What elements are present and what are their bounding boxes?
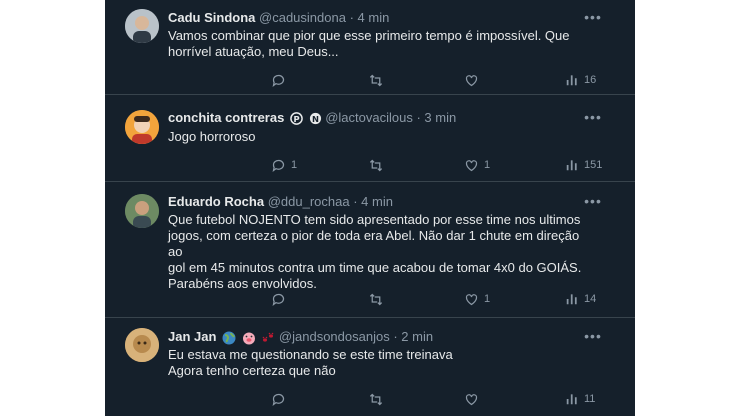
repost-button[interactable] xyxy=(368,155,389,175)
tweet[interactable]: Cadu Sindona @cadusindona · 4 min ••• Va… xyxy=(105,0,635,95)
tweet-header: Eduardo Rocha @ddu_rochaa · 4 min xyxy=(168,192,595,212)
timestamp[interactable]: 4 min xyxy=(358,10,390,25)
tweet-text: Eu estava me questionando se este time t… xyxy=(168,347,595,379)
like-icon xyxy=(465,293,478,305)
avatar[interactable] xyxy=(125,110,159,144)
tweet-text-line: jogos, com certeza o pior de toda era Ab… xyxy=(168,228,580,259)
badge-icon: P xyxy=(290,112,303,125)
avatar[interactable] xyxy=(125,328,159,362)
reply-button[interactable]: 1 xyxy=(271,155,297,175)
more-icon[interactable]: ••• xyxy=(583,10,603,30)
separator-dot: · xyxy=(393,329,398,344)
reply-button[interactable] xyxy=(271,70,291,90)
repost-icon xyxy=(369,393,383,405)
user-handle[interactable]: @ddu_rochaa xyxy=(268,194,350,209)
separator-dot: · xyxy=(416,110,421,125)
views-count: 151 xyxy=(584,159,603,171)
tweet-text-line: Agora tenho certeza que não xyxy=(168,363,336,378)
reply-icon xyxy=(272,293,285,306)
more-icon[interactable]: ••• xyxy=(583,110,603,130)
repost-icon xyxy=(369,159,383,171)
tweet-text: Jogo horroroso xyxy=(168,129,595,145)
user-handle[interactable]: @jandsondosanjos xyxy=(279,329,390,344)
tweet[interactable]: Jan Jan @jandsondosanjos · 2 min ••• Eu … xyxy=(105,318,635,416)
tweet[interactable]: conchita contreras P N @lactovacilous · … xyxy=(105,95,635,182)
user-handle[interactable]: @lactovacilous xyxy=(325,110,413,125)
tweet-replies-feed: Cadu Sindona @cadusindona · 4 min ••• Va… xyxy=(105,0,635,416)
separator-dot: · xyxy=(353,194,358,209)
views-icon xyxy=(566,294,577,305)
tweet-text: Vamos combinar que pior que esse primeir… xyxy=(168,28,595,60)
repost-icon xyxy=(369,74,383,86)
action-bar: 1 1 151 xyxy=(168,155,615,175)
tweet[interactable]: Eduardo Rocha @ddu_rochaa · 4 min ••• Qu… xyxy=(105,182,635,318)
like-icon xyxy=(465,74,478,86)
views-button[interactable]: 14 xyxy=(565,289,596,309)
views-count: 14 xyxy=(584,293,597,305)
views-icon xyxy=(566,160,577,171)
repost-button[interactable] xyxy=(368,389,389,409)
repost-button[interactable] xyxy=(368,289,389,309)
action-bar: 16 xyxy=(168,70,615,90)
like-button[interactable]: 1 xyxy=(464,155,490,175)
tweet-header: Jan Jan @jandsondosanjos · 2 min xyxy=(168,327,595,347)
reply-icon xyxy=(272,393,285,406)
display-name[interactable]: Eduardo Rocha xyxy=(168,194,264,209)
action-bar: 11 xyxy=(168,389,615,409)
avatar[interactable] xyxy=(125,194,159,228)
display-name[interactable]: conchita contreras xyxy=(168,110,284,125)
reply-button[interactable] xyxy=(271,289,291,309)
views-count: 11 xyxy=(584,393,596,405)
like-count: 1 xyxy=(484,159,491,171)
timestamp[interactable]: 3 min xyxy=(424,110,456,125)
tweet-text-line: horrível atuação, meu Deus... xyxy=(168,44,339,59)
reply-button[interactable] xyxy=(271,389,291,409)
like-button[interactable] xyxy=(464,389,484,409)
more-icon[interactable]: ••• xyxy=(583,329,603,349)
tweet-header: Cadu Sindona @cadusindona · 4 min xyxy=(168,8,595,28)
display-name[interactable]: Cadu Sindona xyxy=(168,10,255,25)
svg-text:P: P xyxy=(293,114,299,124)
reply-count: 1 xyxy=(291,159,298,171)
pig-icon xyxy=(242,332,255,345)
like-button[interactable]: 1 xyxy=(464,289,490,309)
tweet-text-line: gol em 45 minutos contra um time que aca… xyxy=(168,260,582,275)
repost-button[interactable] xyxy=(368,70,389,90)
repost-icon xyxy=(369,293,383,305)
views-count: 16 xyxy=(584,74,597,86)
tweet-text-line: Que futebol NOJENTO tem sido apresentado… xyxy=(168,212,581,227)
like-icon xyxy=(465,159,478,171)
display-name[interactable]: Jan Jan xyxy=(168,329,216,344)
views-button[interactable]: 151 xyxy=(565,155,602,175)
tweet-text-line: Jogo horroroso xyxy=(168,129,256,144)
views-button[interactable]: 16 xyxy=(565,70,596,90)
like-icon xyxy=(465,393,478,405)
badge-icon: N xyxy=(309,112,321,125)
like-button[interactable] xyxy=(464,70,484,90)
avatar[interactable] xyxy=(125,9,159,43)
timestamp[interactable]: 4 min xyxy=(361,194,393,209)
more-icon[interactable]: ••• xyxy=(583,194,603,214)
separator-dot: · xyxy=(349,10,354,25)
views-icon xyxy=(566,394,577,405)
tweet-text-line: Eu estava me questionando se este time t… xyxy=(168,347,453,362)
like-count: 1 xyxy=(484,293,491,305)
tweet-header: conchita contreras P N @lactovacilous · … xyxy=(168,108,595,128)
reply-icon xyxy=(272,74,285,87)
action-bar: 1 14 xyxy=(168,289,615,309)
tweet-text-line: Vamos combinar que pior que esse primeir… xyxy=(168,28,570,43)
views-button[interactable]: 11 xyxy=(565,389,595,409)
paw-prints-icon xyxy=(262,332,274,342)
globe-icon xyxy=(222,331,236,345)
tweet-text: Que futebol NOJENTO tem sido apresentado… xyxy=(168,212,595,292)
timestamp[interactable]: 2 min xyxy=(401,329,433,344)
user-handle[interactable]: @cadusindona xyxy=(259,10,346,25)
svg-text:N: N xyxy=(312,114,319,124)
reply-icon xyxy=(272,159,285,172)
views-icon xyxy=(566,75,577,86)
